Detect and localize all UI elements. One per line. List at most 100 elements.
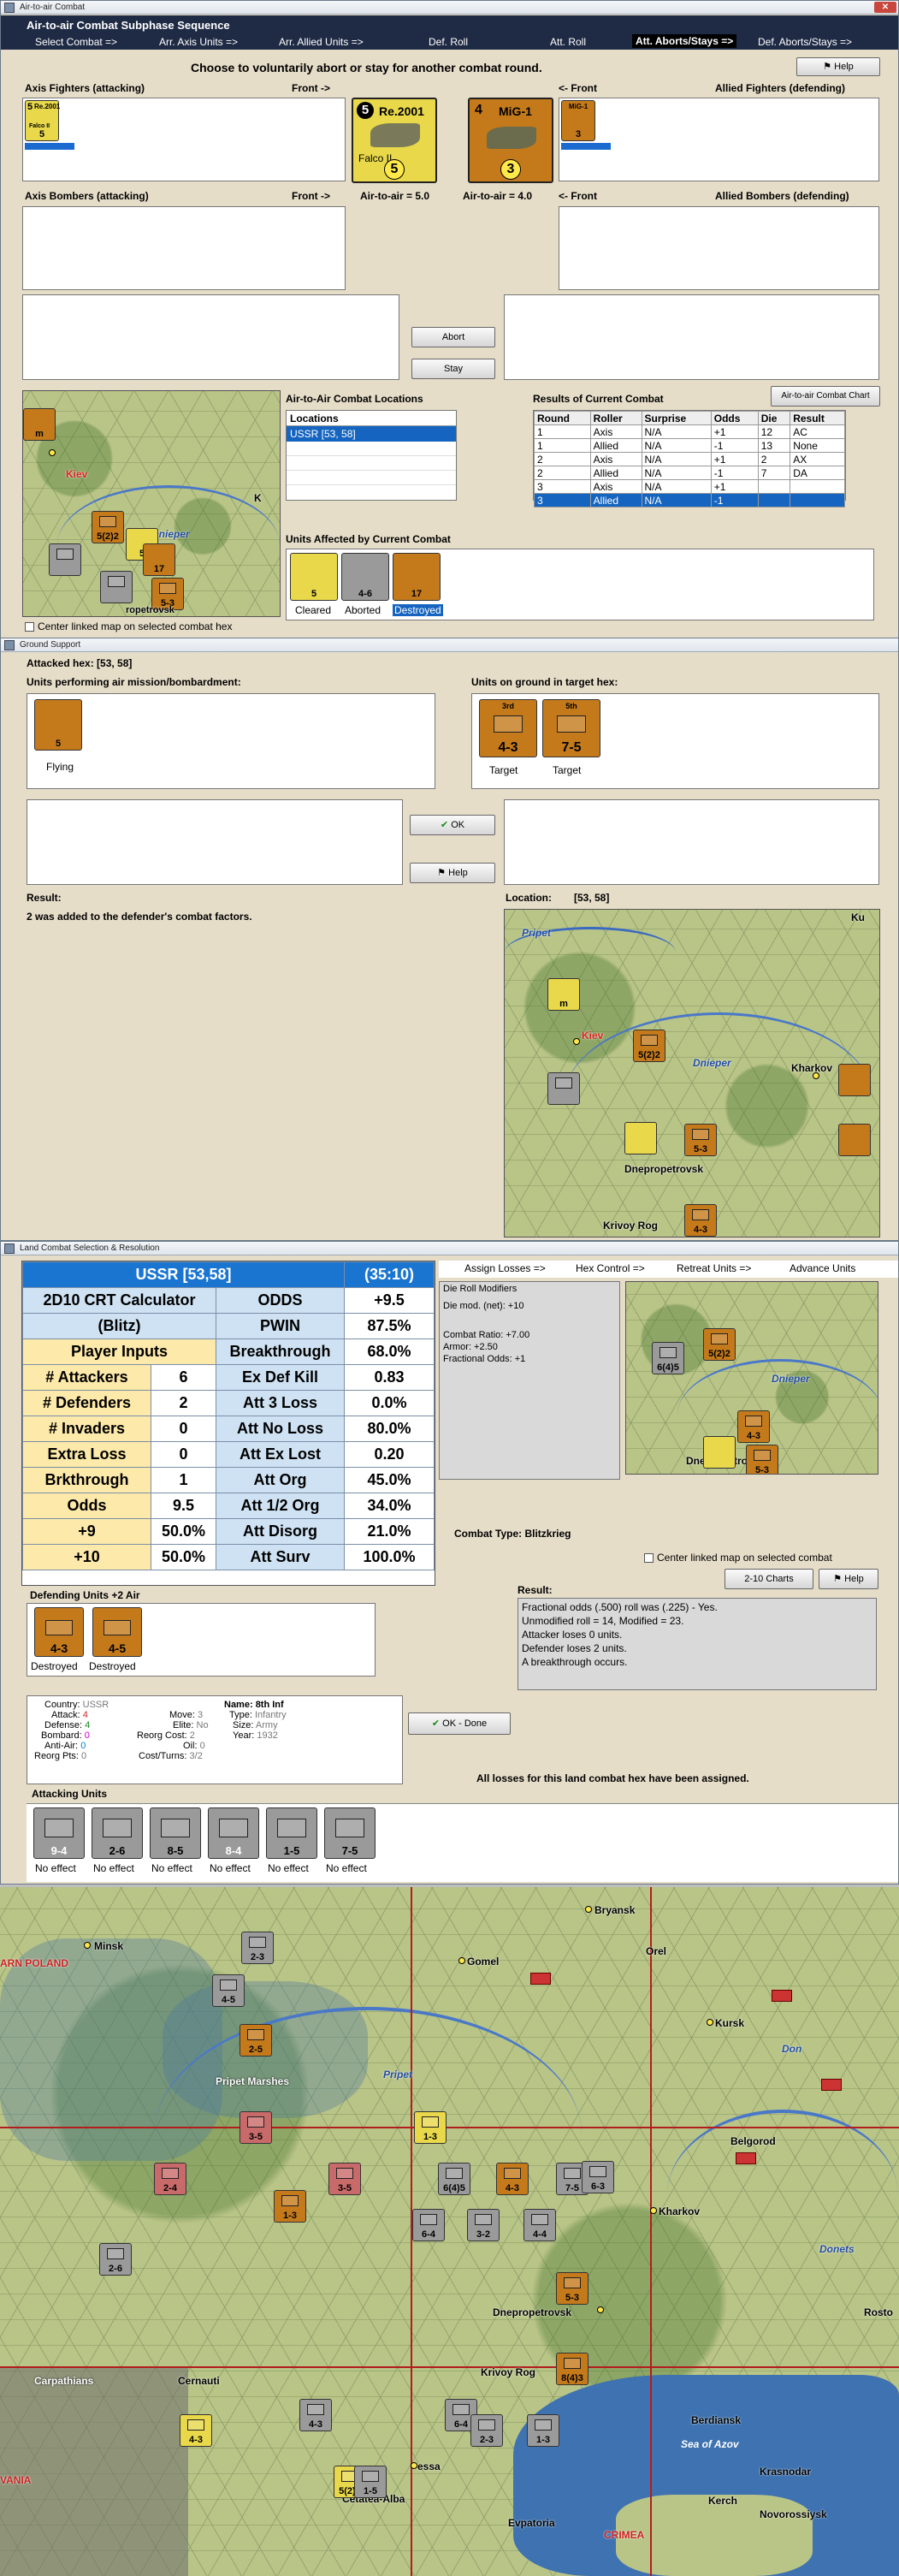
ground-support-titlebar[interactable]: Ground Support [1,638,898,652]
ground-support-map[interactable]: Pripet Kiev Dnieper Kharkov Dnepropetrov… [504,909,880,1238]
flying-unit[interactable]: 5 [34,699,82,751]
map-unit[interactable]: 2-5 [240,2024,272,2057]
map-unit-c[interactable]: 5-3 [746,1445,778,1474]
crt-input-value[interactable]: 1 [151,1467,216,1493]
map-unit-gray[interactable] [547,1072,580,1105]
crt-input-value[interactable]: 0 [151,1441,216,1468]
big-axis-counter[interactable]: 5 Re.2001 Falco II 5 [352,98,437,183]
tab-assign-losses[interactable]: Assign Losses => [464,1262,546,1274]
map-unit-d[interactable]: 17 [143,543,175,576]
location-item[interactable]: USSR [53, 58] [287,426,456,442]
map-unit[interactable]: 4-5 [212,1974,245,2007]
defending-unit-2[interactable]: 4-5 [92,1607,142,1657]
land-combat-titlebar[interactable]: Land Combat Selection & Resolution [1,1242,898,1255]
map-unit[interactable]: 4-3 [496,2163,529,2195]
table-row[interactable]: 2 Axis N/A +1 2 AX [534,452,845,466]
map-unit[interactable]: 2-4 [154,2163,186,2195]
map-unit[interactable]: 8(4)3 [556,2353,588,2385]
close-button[interactable]: ✕ [874,2,896,13]
attacking-unit[interactable]: 8-4 [208,1807,259,1859]
affected-unit-aborted[interactable]: 4-6 [341,553,389,601]
target-unit-1[interactable]: 3rd 4-3 [479,699,537,757]
affected-unit-cleared[interactable]: 5 [290,553,338,601]
map-unit-d[interactable] [838,1064,871,1096]
map-unit[interactable]: 2-6 [99,2243,132,2276]
help-button[interactable]: ⚑ Help [796,57,880,76]
map-unit-d[interactable]: 4-3 [737,1410,770,1443]
air-combat-titlebar[interactable]: Air-to-air Combat ✕ [1,1,898,15]
attacking-unit[interactable]: 8-5 [150,1807,201,1859]
map-unit-c[interactable]: 4-3 [684,1204,717,1237]
table-row[interactable]: 2 Allied N/A -1 7 DA [534,466,845,480]
crt-input-value[interactable]: 2 [151,1390,216,1416]
attacking-unit[interactable]: 7-5 [324,1807,376,1859]
crt-input-value[interactable]: 0 [151,1416,216,1442]
abort-button[interactable]: Abort [411,327,495,347]
table-row[interactable]: 1 Axis N/A +1 12 AC [534,424,845,439]
map-unit[interactable]: 6-3 [582,2161,614,2193]
map-unit-axis[interactable] [624,1122,657,1154]
defending-unit-1[interactable]: 4-3 [34,1607,84,1657]
tab-def-aborts-stays[interactable]: Def. Aborts/Stays => [758,36,852,48]
table-row-selected[interactable]: 3 Allied N/A -1 [534,493,845,507]
tab-arr-axis-units[interactable]: Arr. Axis Units => [159,36,238,48]
table-row[interactable]: 3 Axis N/A +1 [534,479,845,494]
attacking-unit[interactable]: 1-5 [266,1807,317,1859]
tab-att-roll[interactable]: Att. Roll [550,36,586,48]
table-row[interactable]: 1 Allied N/A -1 13 None [534,438,845,453]
attacking-unit[interactable]: 2-6 [92,1807,143,1859]
map-unit[interactable]: 1-5 [354,2466,387,2498]
charts-button[interactable]: 2-10 Charts [725,1569,813,1589]
tab-select-combat[interactable]: Select Combat => [35,36,117,48]
air-combat-chart-button[interactable]: Air-to-air Combat Chart [771,386,880,407]
map-unit-gray[interactable] [49,543,81,576]
map-unit[interactable]: 1-3 [527,2414,559,2447]
tab-def-roll[interactable]: Def. Roll [429,36,468,48]
map-unit-a[interactable]: 5(2)2 [633,1030,665,1062]
map-unit-a[interactable]: 5(2)2 [92,511,124,543]
crt-input-value[interactable]: 6 [151,1364,216,1391]
ok-button[interactable]: ✔ OK [410,815,495,835]
map-unit[interactable]: 2-3 [470,2414,503,2447]
map-unit[interactable]: 4-3 [299,2399,332,2431]
map-unit[interactable]: 4-3 [180,2414,212,2447]
map-unit-m[interactable]: m [547,978,580,1011]
tab-advance-units[interactable]: Advance Units [790,1262,855,1274]
map-unit[interactable]: 6(4)5 [438,2163,470,2195]
tab-att-aborts-stays[interactable]: Att. Aborts/Stays => [632,34,737,48]
map-unit[interactable]: 1-3 [274,2190,306,2223]
crt-input-value[interactable]: 9.5 [151,1493,216,1519]
map-unit[interactable]: 4-4 [523,2209,556,2241]
map-unit-axis[interactable] [703,1436,736,1469]
allied-fighter-counter[interactable]: MiG-1 3 [561,100,595,141]
map-unit[interactable]: 6-4 [412,2209,445,2241]
ok-done-button[interactable]: ✔ OK - Done [408,1712,511,1735]
locations-list[interactable]: Locations USSR [53, 58] [286,410,457,501]
help-button[interactable]: ⚑ Help [410,863,495,883]
map-unit[interactable]: 1-3 [414,2111,447,2144]
main-map[interactable]: Minsk Bryansk Orel Gomel Kursk Don Pripe… [0,1887,899,2576]
center-linked-checkbox[interactable]: Center linked map on selected combat [644,1552,832,1564]
map-unit-gray-2[interactable] [100,571,133,603]
help-button[interactable]: ⚑ Help [819,1569,878,1589]
map-unit-m[interactable]: m [23,408,56,441]
tab-retreat-units[interactable]: Retreat Units => [677,1262,751,1274]
axis-fighter-counter[interactable]: 5 Re.2001 Falco II 5 [25,100,60,141]
big-soviet-counter[interactable]: 4 MiG-1 3 [468,98,553,183]
attacking-unit[interactable]: 9-4 [33,1807,85,1859]
tab-hex-control[interactable]: Hex Control => [576,1262,645,1274]
air-combat-map[interactable]: Kiev Dnieper K m 5(2)2 5 17 5-3 ropetrov… [22,390,281,617]
map-unit-a[interactable]: 6(4)5 [652,1342,684,1374]
map-unit-b[interactable]: 5(2)2 [703,1328,736,1361]
land-combat-map[interactable]: Dnieper Dnepropetrovsk 6(4)5 5(2)2 4-3 5… [625,1281,878,1475]
map-unit-b[interactable]: 5-3 [684,1124,717,1156]
map-unit[interactable]: 3-5 [328,2163,361,2195]
stay-button[interactable]: Stay [411,359,495,379]
affected-unit-destroyed[interactable]: 17 [393,553,441,601]
tab-arr-allied-units[interactable]: Arr. Allied Units => [279,36,364,48]
map-unit[interactable]: 5-3 [556,2272,588,2305]
map-unit[interactable]: 2-3 [241,1932,274,1964]
target-unit-2[interactable]: 5th 7-5 [542,699,600,757]
map-unit-e[interactable] [838,1124,871,1156]
center-linked-checkbox[interactable]: Center linked map on selected combat hex [25,620,232,632]
